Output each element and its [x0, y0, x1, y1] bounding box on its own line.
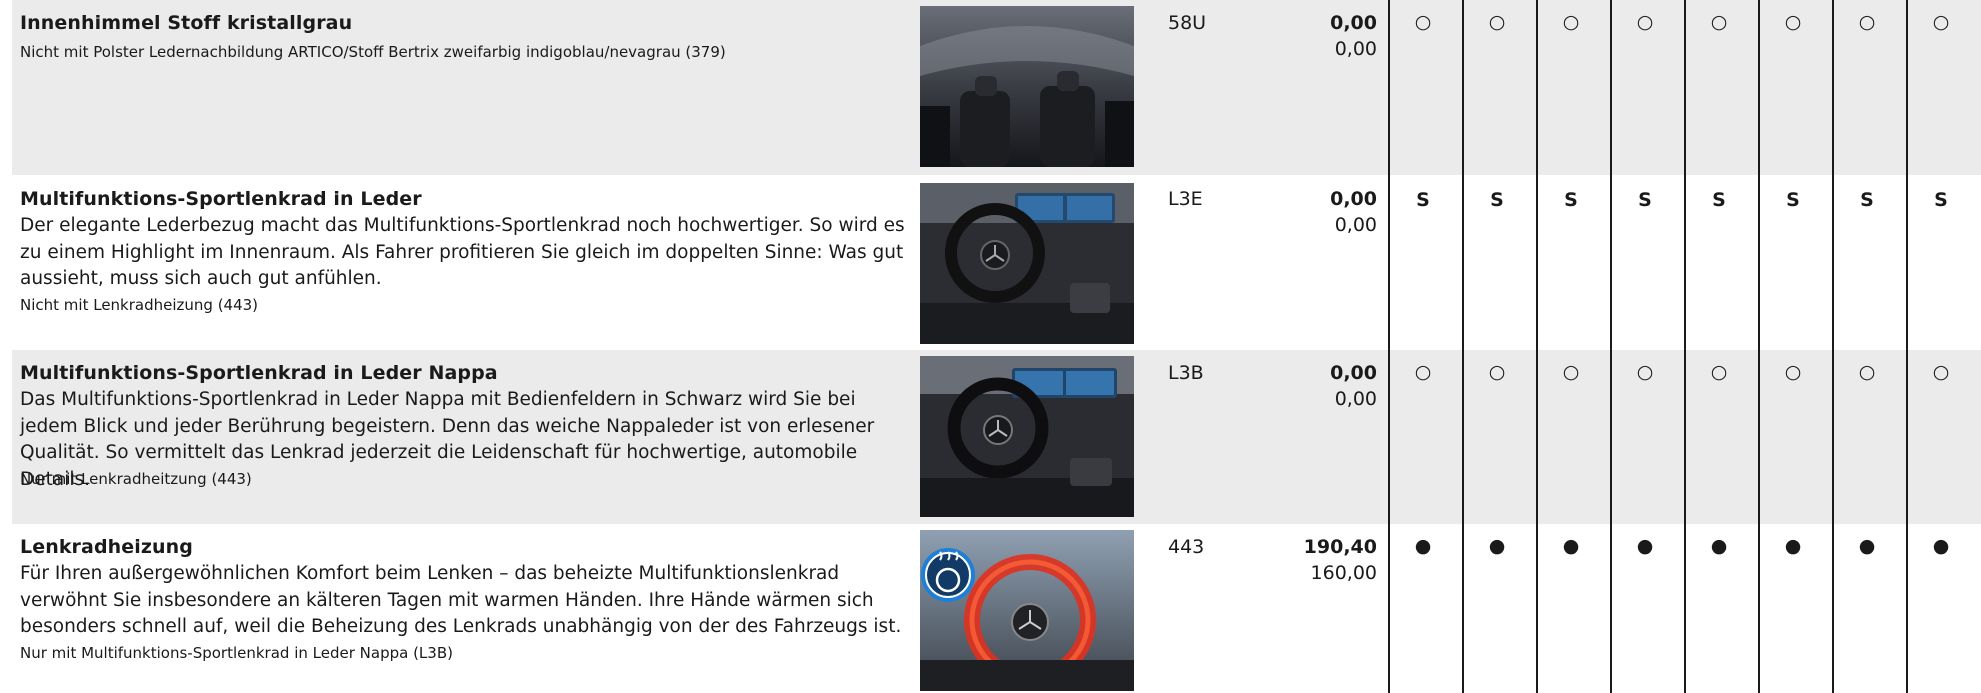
option-title: Multifunktions-Sportlenkrad in Leder Nap…	[20, 362, 498, 384]
mark-optional: ○	[1784, 11, 1802, 33]
mark-available: ●	[1562, 535, 1580, 557]
option-row-L3B: Multifunktions-Sportlenkrad in Leder Nap…	[12, 350, 1981, 524]
mark-standard: S	[1712, 189, 1726, 211]
price-net: 0,00	[1334, 38, 1377, 60]
option-code: 443	[1168, 536, 1205, 558]
mark-standard: S	[1490, 189, 1504, 211]
mark-optional: ○	[1784, 361, 1802, 383]
mark-optional: ○	[1932, 361, 1950, 383]
option-note: Nur mit Lenkradheitzung (443)	[20, 470, 252, 488]
mark-available: ●	[1414, 535, 1432, 557]
option-code: L3B	[1168, 362, 1204, 384]
price-gross: 0,00	[1330, 362, 1377, 384]
column-divider	[1832, 0, 1834, 693]
column-divider	[1388, 0, 1390, 693]
mark-available: ●	[1858, 535, 1876, 557]
option-description: Der elegante Lederbezug macht das Multif…	[20, 215, 905, 289]
mark-optional: ○	[1636, 11, 1654, 33]
price-gross: 0,00	[1330, 12, 1377, 34]
mark-optional: ○	[1562, 11, 1580, 33]
mark-optional: ○	[1488, 361, 1506, 383]
price-net: 0,00	[1334, 388, 1377, 410]
price-gross: 190,40	[1303, 536, 1377, 558]
column-divider	[1610, 0, 1612, 693]
column-divider	[1906, 0, 1908, 693]
heated-steering-wheel-image	[920, 530, 1134, 691]
mark-available: ●	[1636, 535, 1654, 557]
option-note: Nicht mit Lenkradheizung (443)	[20, 296, 259, 314]
option-title: Multifunktions-Sportlenkrad in Leder	[20, 188, 422, 210]
option-title: Lenkradheizung	[20, 536, 193, 558]
mark-standard: S	[1564, 189, 1578, 211]
mark-optional: ○	[1858, 11, 1876, 33]
mark-optional: ○	[1710, 361, 1728, 383]
option-row-443: Lenkradheizung Für Ihren außergewöhnlich…	[12, 524, 1981, 693]
mark-available: ●	[1784, 535, 1802, 557]
interior-headliner-image	[920, 6, 1134, 167]
option-title: Innenhimmel Stoff kristallgrau	[20, 12, 353, 34]
price-net: 0,00	[1334, 214, 1377, 236]
steering-wheel-nappa-image	[920, 356, 1134, 517]
mark-optional: ○	[1414, 361, 1432, 383]
option-row-L3E: Multifunktions-Sportlenkrad in Leder Der…	[12, 175, 1981, 350]
steering-wheel-leather-image	[920, 183, 1134, 344]
mark-available: ●	[1932, 535, 1950, 557]
mark-optional: ○	[1710, 11, 1728, 33]
mark-available: ●	[1488, 535, 1506, 557]
mark-standard: S	[1786, 189, 1800, 211]
mark-optional: ○	[1562, 361, 1580, 383]
option-note: Nur mit Multifunktions-Sportlenkrad in L…	[20, 644, 453, 662]
mark-standard: S	[1860, 189, 1874, 211]
mark-standard: S	[1416, 189, 1430, 211]
mark-optional: ○	[1858, 361, 1876, 383]
option-code: 58U	[1168, 12, 1207, 34]
column-divider	[1462, 0, 1464, 693]
column-divider	[1536, 0, 1538, 693]
option-description: Für Ihren außergewöhnlichen Komfort beim…	[20, 563, 902, 637]
mark-optional: ○	[1636, 361, 1654, 383]
mark-standard: S	[1934, 189, 1948, 211]
price-gross: 0,00	[1330, 188, 1377, 210]
option-note: Nicht mit Polster Ledernachbildung ARTIC…	[20, 43, 726, 61]
mark-available: ●	[1710, 535, 1728, 557]
option-code: L3E	[1168, 188, 1203, 210]
price-net: 160,00	[1310, 562, 1377, 584]
mark-standard: S	[1638, 189, 1652, 211]
mark-optional: ○	[1414, 11, 1432, 33]
option-row-58U: Innenhimmel Stoff kristallgrau Nicht mit…	[12, 0, 1981, 175]
mark-optional: ○	[1488, 11, 1506, 33]
mark-optional: ○	[1932, 11, 1950, 33]
column-divider	[1684, 0, 1686, 693]
column-divider	[1758, 0, 1760, 693]
